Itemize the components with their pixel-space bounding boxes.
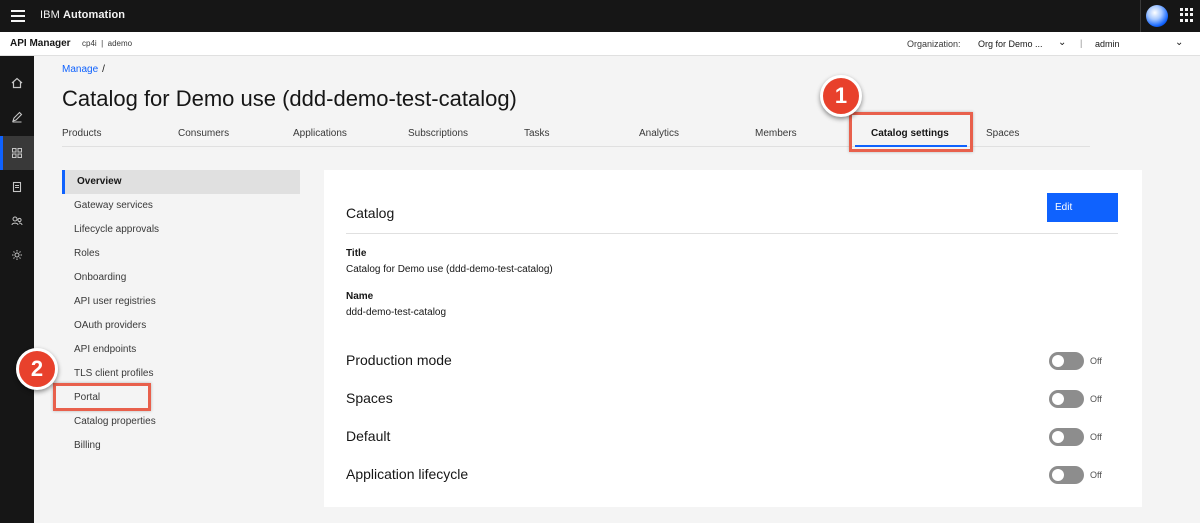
spaces-label: Spaces <box>346 390 393 406</box>
breadcrumb: Manage / <box>62 64 105 75</box>
organization-select[interactable]: Org for Demo ... <box>978 39 1043 49</box>
rail-home[interactable] <box>0 66 34 100</box>
tab-spaces[interactable]: Spaces <box>986 128 1019 139</box>
application-lifecycle-label: Application lifecycle <box>346 466 469 482</box>
nav-item-roles[interactable]: Roles <box>62 242 300 266</box>
breadcrumb-separator: / <box>102 64 105 75</box>
highlight-catalog-settings-box <box>849 112 973 152</box>
rail-settings[interactable] <box>0 238 34 272</box>
name-field-label: Name <box>346 291 374 302</box>
application-lifecycle-toggle[interactable] <box>1049 466 1084 484</box>
chevron-down-icon[interactable]: ⌄ <box>1058 37 1066 48</box>
user-avatar[interactable] <box>1140 0 1172 32</box>
nav-item-api-endpoints[interactable]: API endpoints <box>62 338 300 362</box>
rail-develop[interactable] <box>0 100 34 134</box>
nav-item-oauth-providers[interactable]: OAuth providers <box>62 314 300 338</box>
tab-analytics[interactable]: Analytics <box>639 128 679 139</box>
gear-icon <box>12 250 22 260</box>
chevron-down-icon[interactable]: ⌄ <box>1175 37 1183 48</box>
spaces-state: Off <box>1090 394 1102 404</box>
hamburger-menu-icon[interactable] <box>8 6 28 26</box>
default-label: Default <box>346 428 391 444</box>
header-divider: | <box>1080 38 1083 48</box>
top-header: IBM Automation <box>0 0 1200 32</box>
left-rail <box>0 56 34 523</box>
application-lifecycle-state: Off <box>1090 470 1102 480</box>
nav-item-onboarding[interactable]: Onboarding <box>62 266 300 290</box>
tab-applications[interactable]: Applications <box>293 128 347 139</box>
brand-name: Automation <box>63 9 126 21</box>
tab-products[interactable]: Products <box>62 128 101 139</box>
home-icon <box>11 77 23 89</box>
nav-item-catalog-properties[interactable]: Catalog properties <box>62 410 300 434</box>
tab-members[interactable]: Members <box>755 128 797 139</box>
edit-icon <box>12 111 23 123</box>
production-mode-toggle[interactable] <box>1049 352 1084 370</box>
step-2-badge: 2 <box>16 348 58 390</box>
name-field-value: ddd-demo-test-catalog <box>346 307 447 318</box>
rail-members[interactable] <box>0 204 34 238</box>
grid-icon <box>12 148 22 158</box>
brand-title[interactable]: IBM Automation <box>40 9 125 21</box>
card-divider <box>346 233 1118 234</box>
nav-item-lifecycle-approvals[interactable]: Lifecycle approvals <box>62 218 300 242</box>
brand-prefix: IBM <box>40 9 60 21</box>
spaces-toggle[interactable] <box>1049 390 1084 408</box>
default-state: Off <box>1090 432 1102 442</box>
avatar-icon <box>1145 5 1168 27</box>
edit-button[interactable]: Edit <box>1047 193 1118 222</box>
nav-item-overview[interactable]: Overview <box>62 170 300 194</box>
production-mode-label: Production mode <box>346 352 452 368</box>
tab-subscriptions[interactable]: Subscriptions <box>408 128 468 139</box>
production-mode-state: Off <box>1090 356 1102 366</box>
title-field-value: Catalog for Demo use (ddd-demo-test-cata… <box>346 264 553 275</box>
nav-item-api-user-registries[interactable]: API user registries <box>62 290 300 314</box>
rail-documents[interactable] <box>0 170 34 204</box>
nav-item-gateway-services[interactable]: Gateway services <box>62 194 300 218</box>
app-name: API Manager <box>10 38 71 49</box>
tab-tasks[interactable]: Tasks <box>524 128 550 139</box>
breadcrumb-manage-link[interactable]: Manage <box>62 64 98 75</box>
rail-manage[interactable] <box>0 136 34 170</box>
highlight-portal-box <box>53 383 151 411</box>
organization-label: Organization: <box>907 39 961 49</box>
card-title: Catalog <box>346 205 395 221</box>
nav-item-billing[interactable]: Billing <box>62 434 300 458</box>
tab-consumers[interactable]: Consumers <box>178 128 229 139</box>
document-icon <box>12 181 22 193</box>
app-switcher-icon[interactable] <box>1180 8 1194 22</box>
page-title: Catalog for Demo use (ddd-demo-test-cata… <box>62 86 517 111</box>
user-select[interactable]: admin <box>1095 39 1120 49</box>
step-1-badge: 1 <box>820 75 862 117</box>
users-icon <box>11 216 23 226</box>
context-label: cp4i | ademo <box>82 39 133 48</box>
default-toggle[interactable] <box>1049 428 1084 446</box>
sub-header: API Manager cp4i | ademo Organization: O… <box>0 32 1200 56</box>
title-field-label: Title <box>346 248 367 259</box>
catalog-overview-card: Catalog Edit Title Catalog for Demo use … <box>324 170 1142 507</box>
